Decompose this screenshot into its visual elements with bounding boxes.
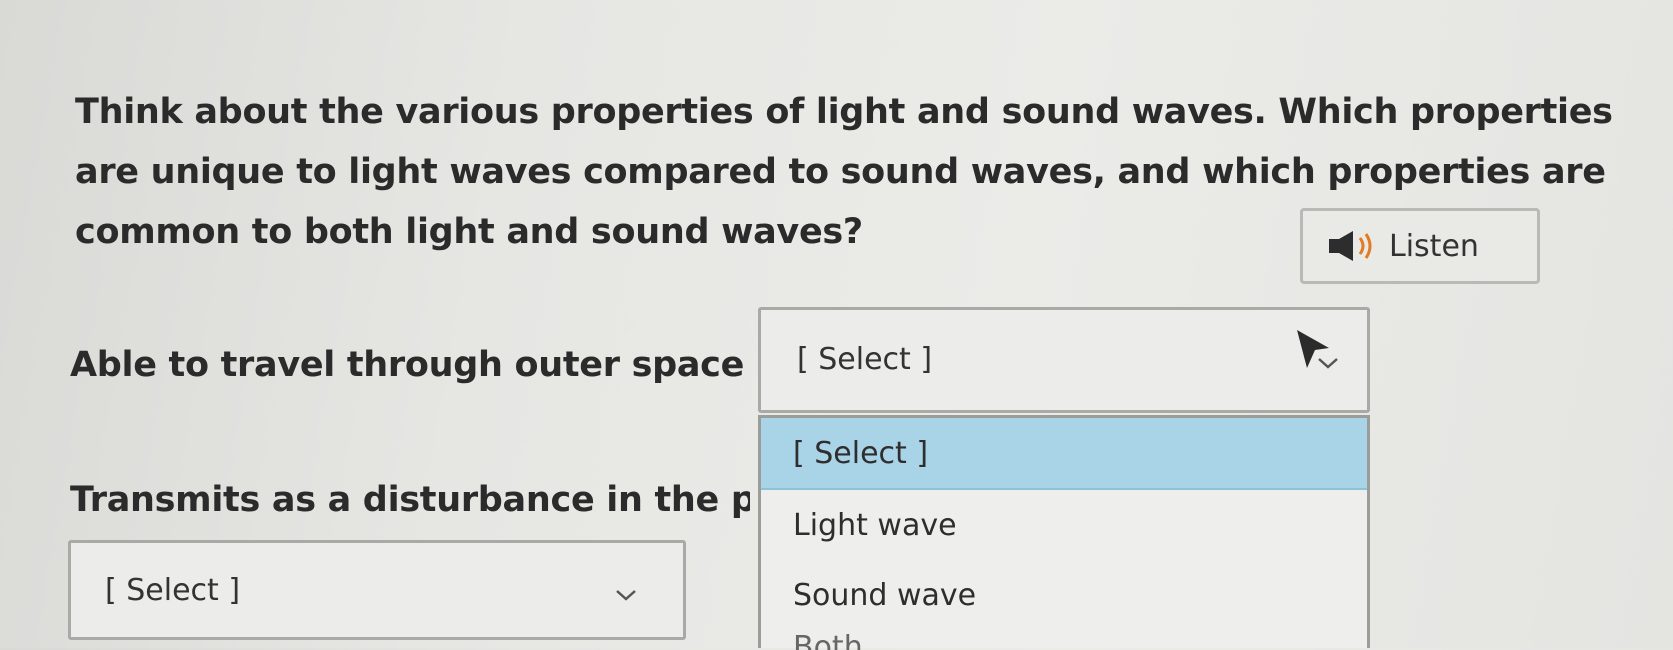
dropdown-option-select[interactable]: [ Select ] <box>761 418 1367 490</box>
dropdown-option-sound-wave[interactable]: Sound wave <box>761 560 1367 630</box>
listen-label: Listen <box>1389 228 1479 264</box>
select-outer-space[interactable]: [ Select ] <box>758 307 1370 413</box>
item-label-disturbance: Transmits as a disturbance in the pa <box>70 480 750 520</box>
select-value: [ Select ] <box>105 572 241 608</box>
listen-button[interactable]: Listen <box>1300 208 1540 284</box>
chevron-down-icon <box>616 590 636 601</box>
speaker-icon <box>1329 231 1372 261</box>
mouse-cursor-icon <box>1297 330 1329 368</box>
select-value: [ Select ] <box>797 342 933 377</box>
dropdown-list: [ Select ] Light wave Sound wave Both <box>758 415 1370 650</box>
select-disturbance[interactable]: [ Select ] <box>68 540 686 640</box>
dropdown-option-light-wave[interactable]: Light wave <box>761 490 1367 560</box>
dropdown-option-both[interactable]: Both <box>761 630 1367 650</box>
item-label-outer-space: Able to travel through outer space <box>70 345 745 385</box>
